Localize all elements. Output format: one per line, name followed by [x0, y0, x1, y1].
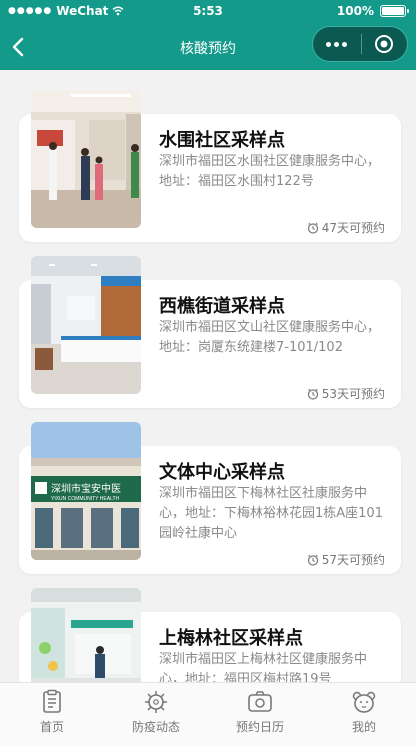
site-photo	[31, 588, 141, 682]
virus-icon	[145, 691, 167, 713]
tab-appointment-calendar[interactable]: 预约日历	[208, 683, 312, 746]
site-title: 西樵街道采样点	[159, 296, 285, 317]
available-days: 57天可预约	[307, 551, 385, 568]
close-button[interactable]	[361, 26, 407, 62]
document-icon	[43, 689, 61, 713]
site-photo	[31, 90, 141, 228]
available-days-label: 47天可预约	[321, 221, 385, 235]
tab-label: 预约日历	[235, 720, 284, 734]
tab-label: 我的	[351, 720, 376, 734]
tab-home[interactable]: 首页	[0, 683, 104, 746]
available-days: 47天可预约	[307, 219, 385, 236]
tab-bar: 首页 防疫动态 预约日历 我的	[0, 682, 416, 746]
site-photo: 深圳市宝安中医 YIXUN COMMUNITY HEALTH	[31, 422, 141, 560]
clinic-sign-subtext: YIXUN COMMUNITY HEALTH	[51, 496, 120, 502]
site-description: 深圳市福田区水围社区健康服务中心，地址：福田区水围村122号	[159, 154, 381, 189]
camera-icon	[248, 691, 272, 712]
available-days-label: 57天可预约	[321, 553, 385, 567]
bear-icon	[352, 691, 376, 713]
site-card[interactable]: 水围社区采样点 深圳市福田区水围社区健康服务中心，地址：福田区水围村122号 4…	[19, 90, 401, 242]
status-bar: ●●●●● WeChat 5:53 100%	[0, 0, 416, 24]
alarm-clock-icon	[307, 554, 318, 566]
site-description: 深圳市福田区文山社区健康服务中心，地址：岗厦东统建楼7-101/102	[159, 320, 381, 355]
site-description: 深圳市福田区下梅林社区社康服务中心，地址：下梅林裕林花园1栋A座101园岭社康中…	[159, 486, 383, 541]
mini-program-capsule	[312, 26, 408, 62]
tab-epidemic-news[interactable]: 防疫动态	[104, 683, 208, 746]
available-days-label: 53天可预约	[321, 387, 385, 401]
alarm-clock-icon	[307, 388, 318, 400]
site-title: 上梅林社区采样点	[159, 628, 303, 649]
battery-icon	[380, 5, 409, 17]
site-title: 文体中心采样点	[159, 462, 285, 483]
site-card[interactable]: 上梅林社区采样点 深圳市福田区上梅林社区健康服务中心，地址：福田区梅村路19号	[19, 588, 401, 682]
more-button[interactable]	[313, 26, 361, 62]
tab-profile[interactable]: 我的	[312, 683, 416, 746]
site-card[interactable]: 深圳市宝安中医 YIXUN COMMUNITY HEALTH 文体中心采样点 深…	[19, 422, 401, 574]
site-list: 水围社区采样点 深圳市福田区水围社区健康服务中心，地址：福田区水围村122号 4…	[0, 70, 416, 682]
nav-bar: 核酸预约	[0, 24, 416, 70]
site-photo	[31, 256, 141, 394]
clinic-sign-text: 深圳市宝安中医	[51, 482, 121, 495]
site-card[interactable]: 西樵街道采样点 深圳市福田区文山社区健康服务中心，地址：岗厦东统建楼7-101/…	[19, 256, 401, 408]
target-icon	[375, 35, 394, 53]
alarm-clock-icon	[307, 222, 318, 234]
tab-label: 首页	[39, 720, 64, 734]
available-days: 53天可预约	[307, 385, 385, 402]
site-description: 深圳市福田区上梅林社区健康服务中心，地址：福田区梅村路19号	[159, 652, 368, 682]
status-right: 100%	[336, 4, 409, 18]
site-title: 水围社区采样点	[159, 130, 285, 151]
tab-label: 防疫动态	[131, 720, 180, 734]
battery-percent: 100%	[336, 4, 374, 18]
